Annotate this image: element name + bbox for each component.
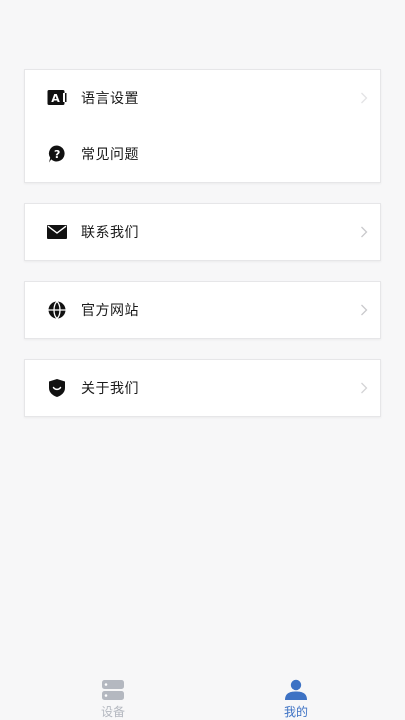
menu-item-label: 关于我们 xyxy=(81,381,139,397)
language-icon: A xyxy=(47,88,67,108)
chevron-right-icon xyxy=(358,226,370,238)
tab-label: 我的 xyxy=(283,705,308,719)
user-icon xyxy=(283,678,309,701)
shield-icon xyxy=(47,378,67,398)
server-icon xyxy=(100,678,126,701)
menu-item-about[interactable]: 关于我们 xyxy=(25,360,380,416)
settings-group-1: A 语言设置 ? 常见问题 xyxy=(24,69,381,183)
question-icon: ? xyxy=(47,144,67,164)
tab-mine[interactable]: 我的 xyxy=(256,668,336,720)
menu-item-faq[interactable]: ? 常见问题 xyxy=(25,126,380,182)
tab-devices[interactable]: 设备 xyxy=(73,668,153,720)
profile-screen: A 语言设置 ? 常见问题 联系我们 官方网站 关于我们 设备 我的 xyxy=(0,0,405,720)
menu-item-label: 联系我们 xyxy=(81,225,139,241)
settings-group-4: 关于我们 xyxy=(24,359,381,417)
chevron-right-icon xyxy=(358,382,370,394)
svg-text:A: A xyxy=(51,92,60,105)
menu-item-label: 官方网站 xyxy=(81,303,139,319)
settings-group-3: 官方网站 xyxy=(24,281,381,339)
menu-item-website[interactable]: 官方网站 xyxy=(25,282,380,338)
chevron-right-icon xyxy=(358,304,370,316)
settings-group-2: 联系我们 xyxy=(24,203,381,261)
menu-item-label: 常见问题 xyxy=(81,147,139,163)
svg-text:?: ? xyxy=(54,148,60,161)
menu-item-label: 语言设置 xyxy=(81,91,139,107)
globe-icon xyxy=(47,300,67,320)
chevron-right-icon xyxy=(358,92,370,104)
mail-icon xyxy=(47,222,67,242)
tab-label: 设备 xyxy=(100,705,125,719)
menu-item-contact[interactable]: 联系我们 xyxy=(25,204,380,260)
bottom-tab-bar: 设备 我的 xyxy=(0,668,405,720)
menu-item-language[interactable]: A 语言设置 xyxy=(25,70,380,126)
